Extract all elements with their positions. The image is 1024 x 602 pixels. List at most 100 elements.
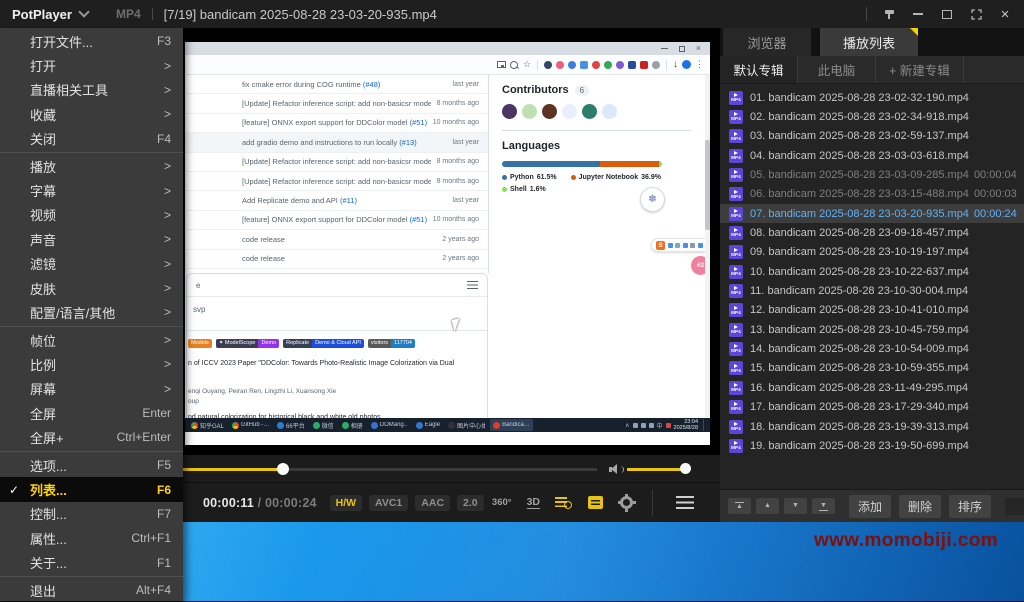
volume-bar[interactable] [627, 468, 685, 471]
menu-item[interactable]: 字幕 > [0, 178, 183, 202]
move-arrow-icon: ▼ [791, 502, 800, 510]
playlist-move-button[interactable]: ▼ [784, 498, 807, 514]
playlist-item[interactable]: MP4 10. bandicam 2025-08-28 23-10-22-637… [720, 262, 1024, 281]
seek-handle[interactable] [277, 463, 289, 475]
playlist-item[interactable]: MP4 08. bandicam 2025-08-28 23-09-18-457… [720, 223, 1024, 242]
pin-on-top-button[interactable] [878, 4, 900, 24]
menu-item[interactable]: 打开 > [0, 53, 183, 77]
mp4-file-icon: MP4 [729, 342, 743, 356]
menu-item[interactable]: 播放 > [0, 154, 183, 178]
playlist-item[interactable]: MP4 03. bandicam 2025-08-28 23-02-59-137… [720, 127, 1024, 146]
playlist-item[interactable]: MP4 05. bandicam 2025-08-28 23-03-09-285… [720, 165, 1024, 184]
delete-button[interactable]: 删除 [899, 495, 941, 518]
menu-item[interactable]: 关于... F1 [0, 550, 183, 574]
mp4-file-icon: MP4 [729, 381, 743, 395]
divider [187, 330, 487, 331]
readme-badge: Models [188, 339, 212, 348]
3d-view-button[interactable]: 3D [527, 496, 540, 509]
hamburger-menu-icon[interactable] [676, 496, 694, 509]
commit-text: [Update] Refactor inference script: add … [242, 99, 431, 108]
fullscreen-button[interactable] [965, 4, 987, 24]
seek-row [183, 455, 720, 483]
legend-item: Jupyter Notebook 36.9% [571, 174, 661, 181]
menu-item[interactable]: 视频 > [0, 203, 183, 227]
playlist-item[interactable]: MP4 19. bandicam 2025-08-28 23-19-50-699… [720, 436, 1024, 455]
playlist-item-duration: 00:00:03 [974, 188, 1017, 200]
video-surface[interactable]: × ☆ ↓ ⋮ fix cmake error du [183, 28, 720, 455]
playlist-item[interactable]: MP4 16. bandicam 2025-08-28 23-11-49-295… [720, 378, 1024, 397]
commit-pr-link: (#13) [399, 138, 417, 147]
playlist-item[interactable]: MP4 11. bandicam 2025-08-28 23-10-30-004… [720, 281, 1024, 300]
mp4-file-icon: MP4 [729, 245, 743, 259]
video-frame-toolbar-icons: ☆ ↓ ⋮ [497, 59, 704, 70]
sort-button[interactable]: 排序 [949, 495, 991, 518]
menu-item[interactable]: 控制... F7 [0, 502, 183, 526]
menu-item[interactable]: 比例 > [0, 352, 183, 376]
commit-row: add gradio demo and instructions to run … [185, 133, 488, 152]
menu-item-label: 播放 [30, 157, 56, 176]
menu-item[interactable]: 屏幕 > [0, 377, 183, 401]
tab-playlist[interactable]: 播放列表 [820, 28, 918, 56]
menu-item[interactable]: 退出 Alt+F4 [0, 578, 183, 602]
playlist-item[interactable]: MP4 09. bandicam 2025-08-28 23-10-19-197… [720, 243, 1024, 262]
minimize-button[interactable] [907, 4, 929, 24]
close-button[interactable]: × [994, 4, 1016, 24]
menu-item[interactable]: 打开文件... F3 [0, 29, 183, 53]
playlist-item[interactable]: MP4 07. bandicam 2025-08-28 23-03-20-935… [720, 204, 1024, 223]
menu-item[interactable]: 声音 > [0, 227, 183, 251]
app-menu-button[interactable]: PotPlayer [12, 7, 72, 22]
menu-item[interactable]: 收藏 > [0, 102, 183, 126]
playlist-search-box[interactable] [1005, 498, 1024, 515]
playlist-item[interactable]: MP4 06. bandicam 2025-08-28 23-03-15-488… [720, 185, 1024, 204]
add-button[interactable]: 添加 [849, 495, 891, 518]
playlist-item[interactable]: MP4 17. bandicam 2025-08-28 23-17-29-340… [720, 398, 1024, 417]
album-tab[interactable]: 此电脑 [798, 56, 876, 83]
mp4-icon-label: MP4 [731, 214, 741, 219]
menu-item[interactable]: 滤镜 > [0, 251, 183, 275]
playlist-search-icon[interactable] [555, 496, 573, 509]
maximize-button[interactable] [936, 4, 958, 24]
window-title: [7/19] bandicam 2025-08-28 23-03-20-935.… [164, 7, 437, 22]
seek-bar[interactable] [183, 468, 597, 471]
commit-message: [feature] ONNX export support for DDColo… [242, 118, 427, 127]
play-triangle-icon [734, 132, 738, 136]
playlist-item[interactable]: MP4 13. bandicam 2025-08-28 23-10-45-759… [720, 320, 1024, 339]
menu-item[interactable]: 属性... Ctrl+F1 [0, 526, 183, 550]
playlist-item[interactable]: MP4 18. bandicam 2025-08-28 23-19-39-313… [720, 417, 1024, 436]
settings-gear-icon[interactable] [620, 496, 633, 509]
subtitle-panel-icon[interactable] [588, 496, 603, 509]
menu-item-label: 打开文件... [30, 32, 93, 51]
taskbar-items: 知乎GAL GitHub -… 66平台 微信 相册 [188, 419, 533, 431]
tab-browser[interactable]: 浏览器 [723, 28, 811, 56]
menu-item[interactable]: 帧位 > [0, 328, 183, 352]
contributor-avatars [502, 104, 705, 119]
menu-item[interactable]: 直播相关工具 > [0, 78, 183, 102]
menu-item[interactable]: 全屏+ Ctrl+Enter [0, 425, 183, 449]
playlist-item[interactable]: MP4 04. bandicam 2025-08-28 23-03-03-618… [720, 146, 1024, 165]
volume-speaker-icon[interactable] [609, 464, 624, 475]
menu-item[interactable]: ✓ 列表... F6 [0, 477, 183, 501]
playlist-move-button[interactable]: ▼ [812, 498, 835, 514]
360-view-button[interactable]: 360° [492, 497, 512, 508]
playlist-move-button[interactable]: ▲ [756, 498, 779, 514]
playlist-item[interactable]: MP4 12. bandicam 2025-08-28 23-10-41-010… [720, 301, 1024, 320]
playlist-item[interactable]: MP4 01. bandicam 2025-08-28 23-02-32-190… [720, 88, 1024, 107]
menu-item[interactable]: 配置/语言/其他 > [0, 300, 183, 324]
playlist-item[interactable]: MP4 15. bandicam 2025-08-28 23-10-59-355… [720, 359, 1024, 378]
commit-row: [feature] ONNX export support for DDColo… [185, 114, 488, 133]
album-tab[interactable]: + 新建专辑 [876, 56, 964, 83]
playlist-item[interactable]: MP4 02. bandicam 2025-08-28 23-02-34-918… [720, 107, 1024, 126]
album-tab[interactable]: 默认专辑 [720, 56, 798, 83]
menu-item[interactable]: 全屏 Enter [0, 401, 183, 425]
extension-icon [628, 61, 636, 69]
menu-item[interactable]: 关闭 F4 [0, 126, 183, 150]
playlist-item[interactable]: MP4 14. bandicam 2025-08-28 23-10-54-009… [720, 339, 1024, 358]
menu-item[interactable]: 选项... F5 [0, 453, 183, 477]
floating-translate-button: ✽ [640, 187, 665, 212]
menu-item-label: 比例 [30, 355, 56, 374]
volume-handle[interactable] [680, 463, 691, 474]
menu-item-shortcut: > [156, 305, 171, 319]
chevron-down-icon[interactable] [78, 6, 89, 17]
playlist-move-button[interactable]: ▲ [728, 498, 751, 514]
menu-item[interactable]: 皮肤 > [0, 276, 183, 300]
